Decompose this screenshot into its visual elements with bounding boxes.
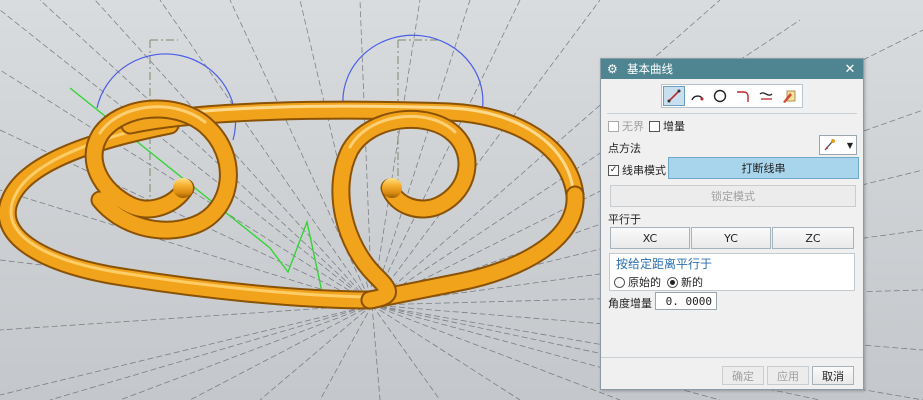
yc-button[interactable]: YC [691, 227, 771, 249]
cancel-button[interactable]: 取消 [812, 366, 854, 385]
chevron-down-icon: ▼ [846, 140, 853, 150]
trim-tool-button[interactable] [755, 86, 777, 106]
offset-group: 按给定距离平行于 原始的 新的 [609, 253, 855, 291]
zc-button[interactable]: ZC [772, 227, 854, 249]
basic-curve-dialog: ⚙ 基本曲线 ✕ 无界 增量 点方法 ▼ ✓ 线串模式 打断线串 锁定模式 平行… [600, 58, 864, 390]
offset-radio-row: 原始的 新的 [614, 274, 703, 290]
offset-group-title: 按给定距离平行于 [616, 257, 713, 271]
lock-mode-button[interactable]: 锁定模式 [610, 185, 856, 207]
circle-tool-button[interactable] [709, 86, 731, 106]
options-row: 无界 增量 [608, 118, 685, 134]
radio-new-label: 新的 [681, 276, 703, 289]
string-mode-label: 线串模式 [622, 164, 666, 177]
incremental-checkbox[interactable] [649, 120, 660, 132]
point-method-dropdown[interactable]: ▼ [819, 135, 857, 155]
gear-icon: ⚙ [607, 62, 618, 76]
dialog-titlebar[interactable]: ⚙ 基本曲线 ✕ [601, 59, 863, 79]
radio-original[interactable] [614, 276, 625, 288]
unbounded-label: 无界 [622, 120, 644, 133]
string-mode-row: ✓ 线串模式 [608, 162, 666, 178]
tube-model[interactable] [0, 99, 585, 310]
xc-button[interactable]: XC [610, 227, 690, 249]
arc-tool-button[interactable] [686, 86, 708, 106]
unbounded-checkbox[interactable] [608, 120, 619, 132]
ok-button[interactable]: 确定 [722, 366, 764, 385]
radio-original-label: 原始的 [628, 276, 661, 289]
toolbar-separator [607, 113, 857, 114]
circle-tool-icon [713, 89, 727, 103]
edit-tool-button[interactable] [778, 86, 800, 106]
string-mode-checkbox[interactable]: ✓ [608, 164, 619, 176]
break-string-button[interactable]: 打断线串 [668, 157, 859, 179]
fillet-tool-icon [737, 91, 749, 102]
curve-type-toolbar [661, 84, 803, 108]
line-tool-button[interactable] [663, 86, 685, 106]
point-method-row: 点方法 [608, 140, 641, 156]
dialog-title: 基本曲线 [627, 62, 673, 76]
parallel-to-label: 平行于 [608, 213, 641, 226]
radio-new[interactable] [667, 276, 678, 288]
trim-tool-icon [759, 92, 773, 100]
incremental-label: 增量 [663, 120, 685, 133]
angle-increment-input[interactable]: 0. 0000 [655, 292, 717, 310]
apply-button[interactable]: 应用 [767, 366, 809, 385]
line-tool-icon [667, 89, 681, 103]
footer-separator [601, 357, 863, 358]
point-method-label: 点方法 [608, 142, 641, 155]
edit-tool-icon [783, 90, 796, 103]
arc-tool-icon [691, 95, 704, 101]
fillet-tool-button[interactable] [732, 86, 754, 106]
angle-increment-label: 角度增量 [608, 297, 652, 310]
inferred-point-icon [824, 139, 835, 151]
angle-increment-row: 角度增量 [608, 295, 652, 311]
parallel-to-row: 平行于 [608, 211, 641, 227]
close-icon[interactable]: ✕ [843, 62, 857, 77]
